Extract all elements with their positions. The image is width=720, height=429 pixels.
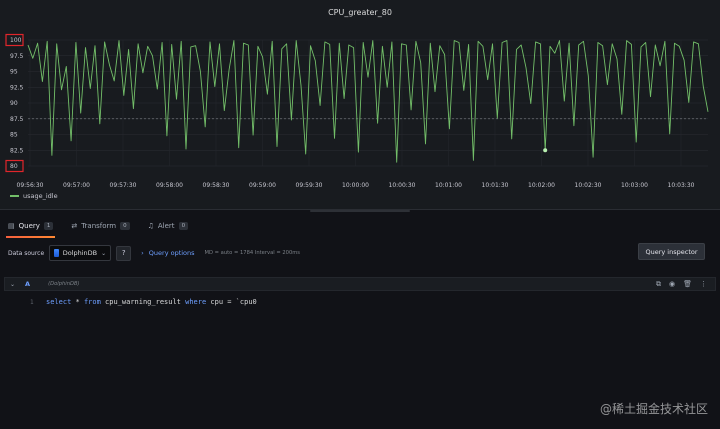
tab-query-count: 1 <box>43 222 54 230</box>
collapse-chevron-icon[interactable]: ⌄ <box>10 281 15 288</box>
dolphindb-logo-icon <box>54 249 59 257</box>
datasource-picker[interactable]: DolphinDB ⌄ <box>49 245 112 261</box>
y-tick-label: 90 <box>10 100 18 107</box>
tab-transform-label: Transform <box>81 222 117 230</box>
x-tick-label: 09:57:00 <box>63 182 90 189</box>
tab-alert-label: Alert <box>157 222 175 230</box>
line-number: 1 <box>30 299 34 306</box>
x-tick-label: 09:59:30 <box>296 182 323 189</box>
x-tick-label: 09:56:30 <box>17 182 44 189</box>
code-keyword: where <box>185 298 207 306</box>
duplicate-icon[interactable]: ⧉ <box>656 280 661 289</box>
x-tick-label: 09:58:00 <box>156 182 183 189</box>
code-text: * <box>71 298 84 306</box>
y-tick-label: 92.5 <box>10 84 24 91</box>
series-line-usage-idle <box>27 40 709 163</box>
database-icon: ▤ <box>8 222 15 230</box>
watermark: @稀土掘金技术社区 <box>599 402 708 416</box>
y-tick-label: 85 <box>10 132 18 139</box>
query-code[interactable]: select * from cpu_warning_result where c… <box>46 298 257 306</box>
y-tick-label: 95 <box>10 69 18 76</box>
query-inspector-button[interactable]: Query inspector <box>638 243 705 260</box>
question-icon: ? <box>121 249 126 257</box>
query-options-meta: MD = auto = 1784 Interval = 200ms <box>204 250 300 256</box>
x-tick-label: 10:02:00 <box>528 182 555 189</box>
tab-alert[interactable]: ♫ Alert 0 <box>147 216 189 236</box>
y-tick-label: 82.5 <box>10 147 24 154</box>
y-tick-label: 80 <box>10 163 18 170</box>
x-tick-label: 10:00:30 <box>389 182 416 189</box>
code-text: cpu_warning_result <box>100 298 186 306</box>
x-tick-label: 10:03:00 <box>621 182 648 189</box>
editor-tabs: ▤ Query 1 ⇄ Transform 0 ♫ Alert 0 <box>0 216 720 238</box>
panel-resize-handle[interactable] <box>310 210 410 212</box>
query-datasource-name: (DolphinDB) <box>48 281 80 287</box>
eye-icon[interactable]: ◉ <box>669 280 675 289</box>
y-tick-label: 87.5 <box>10 116 24 123</box>
timeseries-chart[interactable]: 100 97.5 95 92.5 90 87.5 85 82.5 80 09:56:30 09:57… <box>0 0 720 192</box>
chevron-right-icon: › <box>141 249 144 257</box>
x-tick-label: 10:01:00 <box>435 182 462 189</box>
legend[interactable]: usage_idle <box>10 192 58 200</box>
trash-icon[interactable]: 🗑 <box>683 280 692 289</box>
datasource-label: Data source <box>8 249 45 257</box>
transform-icon: ⇄ <box>71 222 78 230</box>
x-tick-label: 09:57:30 <box>110 182 137 189</box>
help-button[interactable]: ? <box>116 245 132 261</box>
chevron-down-icon: ⌄ <box>101 249 107 257</box>
query-options-label: Query options <box>148 249 195 257</box>
x-tick-label: 10:03:30 <box>668 182 695 189</box>
tab-query[interactable]: ▤ Query 1 <box>5 216 56 238</box>
query-options-bar: Data source DolphinDB ⌄ ? › Query option… <box>0 240 720 266</box>
code-text: cpu = `cpu0 <box>206 298 257 306</box>
tab-transform-count: 0 <box>120 222 130 230</box>
x-tick-label: 10:00:00 <box>342 182 369 189</box>
query-row-actions: ⧉ ◉ 🗑 ⋮ <box>656 280 707 289</box>
y-tick-label: 100 <box>10 37 22 44</box>
query-row-header[interactable]: ⌄ A (DolphinDB) ⧉ ◉ 🗑 ⋮ <box>4 277 716 291</box>
datasource-name: DolphinDB <box>62 249 98 257</box>
legend-swatch <box>10 195 19 197</box>
code-keyword: from <box>83 298 101 306</box>
query-ref-id[interactable]: A <box>25 280 30 288</box>
legend-label[interactable]: usage_idle <box>23 192 58 200</box>
drag-handle-icon[interactable]: ⋮ <box>700 280 707 289</box>
bell-icon: ♫ <box>147 222 154 230</box>
code-keyword: select <box>46 298 72 306</box>
x-tick-label: 10:02:30 <box>575 182 602 189</box>
y-tick-label: 97.5 <box>10 53 24 60</box>
x-tick-label: 09:58:30 <box>203 182 230 189</box>
x-tick-label: 09:59:00 <box>249 182 276 189</box>
tab-alert-count: 0 <box>178 222 189 230</box>
hover-point <box>543 148 548 153</box>
tab-query-label: Query <box>18 222 40 230</box>
query-options-toggle[interactable]: › Query options MD = auto = 1784 Interva… <box>141 249 300 257</box>
graph-panel: CPU_greater_80 100 97.5 95 92.5 90 87.5 85 82.5… <box>0 0 720 210</box>
x-tick-label: 10:01:30 <box>482 182 509 189</box>
tab-transform[interactable]: ⇄ Transform 0 <box>71 216 130 236</box>
